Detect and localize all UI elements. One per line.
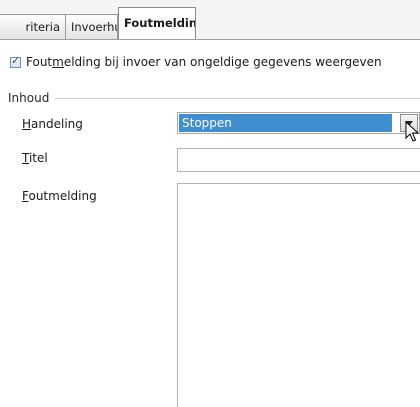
show-error-checkbox[interactable]: ✓ [10,53,21,68]
tab-error-alert[interactable]: Foutmelding [118,7,196,40]
action-dropdown[interactable]: Stoppen [177,112,420,134]
tab-input-help[interactable]: Invoerhulp [65,14,118,39]
tab-baseline [0,39,420,40]
tab-criteria[interactable]: riteria [0,14,66,39]
error-message-textarea[interactable] [177,183,420,407]
mouse-pointer-icon [405,121,419,142]
title-label: Titel [22,151,48,165]
action-selected-value: Stoppen [179,114,392,132]
contents-group-label: Inhoud [8,91,56,105]
show-error-label: Foutmelding bij invoer van ongeldige geg… [26,55,382,69]
title-input[interactable] [177,148,420,172]
action-label: Handeling [22,117,83,131]
show-error-option[interactable]: ✓ Foutmelding bij invoer van ongeldige g… [10,54,382,70]
error-message-label: Foutmelding [22,189,97,203]
group-divider [8,98,420,99]
checkmark-icon: ✓ [11,53,21,67]
tab-strip: riteria Invoerhulp Foutmelding [0,0,420,40]
validity-dialog-error-alert-page: riteria Invoerhulp Foutmelding ✓ Foutmel… [0,0,420,407]
